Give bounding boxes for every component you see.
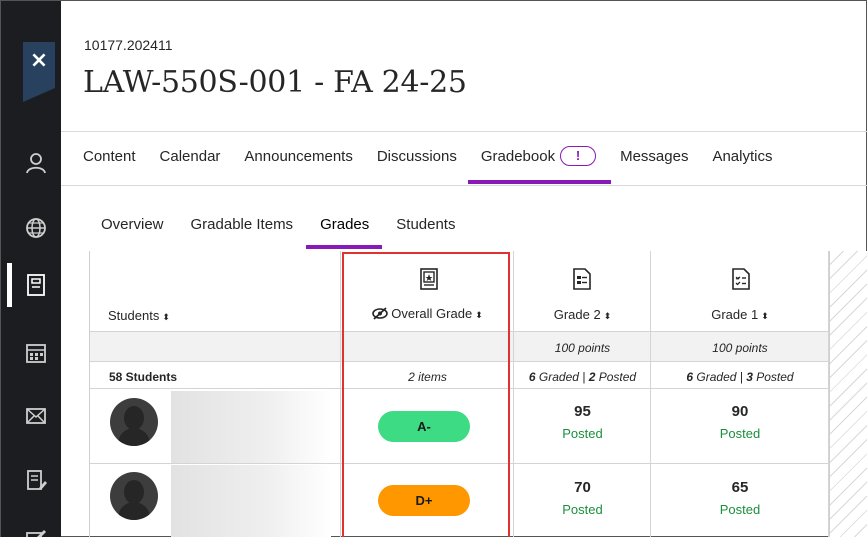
quiz-icon (730, 268, 752, 293)
calendar-nav[interactable] (1, 331, 61, 375)
avatar[interactable] (110, 398, 158, 446)
course-tabs: Content Calendar Announcements Discussio… (83, 146, 796, 184)
messages-nav[interactable] (1, 394, 61, 438)
tab-label: Announcements (244, 147, 353, 165)
assignment-icon (571, 268, 593, 293)
grade-1-status: Posted (719, 502, 761, 517)
tab-announcements[interactable]: Announcements (244, 146, 352, 166)
close-icon[interactable]: × (23, 44, 55, 76)
grade-1-score: 65 (731, 479, 749, 496)
subtab-gradable-items[interactable]: Gradable Items (191, 216, 294, 233)
mail-icon (26, 408, 46, 424)
tab-label: Analytics (712, 147, 773, 165)
globe-icon (26, 218, 46, 238)
tools-nav[interactable] (1, 516, 61, 537)
profile-nav[interactable] (1, 141, 61, 185)
tab-discussions[interactable]: Discussions (377, 146, 457, 166)
grade-2-status: Posted (562, 426, 603, 441)
grades-nav[interactable] (1, 458, 61, 502)
tab-analytics[interactable]: Analytics (712, 146, 772, 166)
grade-2-summary: 6 Graded | 2 Posted (528, 370, 637, 384)
overall-grade-highlight (342, 252, 510, 537)
students-header[interactable]: Students ⬍ (108, 308, 170, 323)
grade-1-points: 100 points (712, 341, 768, 355)
tab-label: Gradebook (480, 147, 556, 165)
sort-icon: ⬍ (162, 312, 170, 322)
alert-badge: ! (560, 146, 597, 166)
grade-2-score: 70 (574, 479, 591, 496)
grade-2-cell[interactable]: 70 Posted (514, 479, 651, 517)
edit-icon (26, 530, 46, 537)
tab-gradebook[interactable]: Gradebook ! (467, 146, 612, 184)
grade-1-cell[interactable]: 65 Posted (651, 479, 829, 517)
tab-messages[interactable]: Messages (620, 146, 688, 166)
tab-label: Content (83, 147, 136, 165)
courses-nav[interactable] (1, 263, 61, 307)
grade-2-status: Posted (562, 502, 603, 517)
grade-1-score: 90 (731, 403, 749, 420)
sort-icon: ⬍ (603, 311, 612, 321)
redacted-student-name (171, 391, 331, 463)
student-count: 58 Students (109, 370, 178, 384)
courses-icon (27, 274, 45, 296)
subtab-overview[interactable]: Overview (101, 216, 164, 233)
tab-label: Messages (620, 147, 689, 165)
course-id: 10177.202411 (84, 37, 173, 53)
course-title: LAW-550S-001 - FA 24-25 (83, 65, 467, 100)
calendar-icon (26, 344, 46, 363)
grade-1-summary: 6 Graded | 3 Posted (686, 370, 794, 384)
tabs-divider (61, 185, 867, 186)
grade-2-score: 95 (574, 403, 591, 420)
tab-label: Calendar (159, 147, 221, 165)
grade-1-cell[interactable]: 90 Posted (651, 403, 829, 441)
grade-1-status: Posted (719, 426, 761, 441)
tab-label: Discussions (376, 147, 457, 165)
tab-content[interactable]: Content (83, 146, 136, 166)
gradebook-subtabs: Overview Gradable Items Grades Students (101, 216, 482, 249)
grades-icon (27, 470, 47, 490)
grade-2-header[interactable]: Grade 2 ⬍ (514, 307, 651, 322)
user-icon (26, 153, 46, 174)
avatar[interactable] (110, 472, 158, 520)
grade-1-header[interactable]: Grade 1 ⬍ (651, 307, 829, 322)
institution-nav[interactable] (1, 206, 61, 250)
left-rail: × (1, 1, 61, 537)
subtab-grades[interactable]: Grades (306, 216, 383, 249)
sort-icon: ⬍ (761, 311, 769, 321)
grid-overflow-area (829, 251, 867, 537)
grade-2-points: 100 points (554, 341, 611, 355)
close-button[interactable]: × (23, 42, 55, 102)
header-divider (61, 131, 867, 132)
tab-calendar[interactable]: Calendar (160, 146, 221, 166)
subtab-students[interactable]: Students (396, 216, 455, 233)
redacted-student-name (171, 465, 331, 537)
grade-2-cell[interactable]: 95 Posted (514, 403, 651, 441)
